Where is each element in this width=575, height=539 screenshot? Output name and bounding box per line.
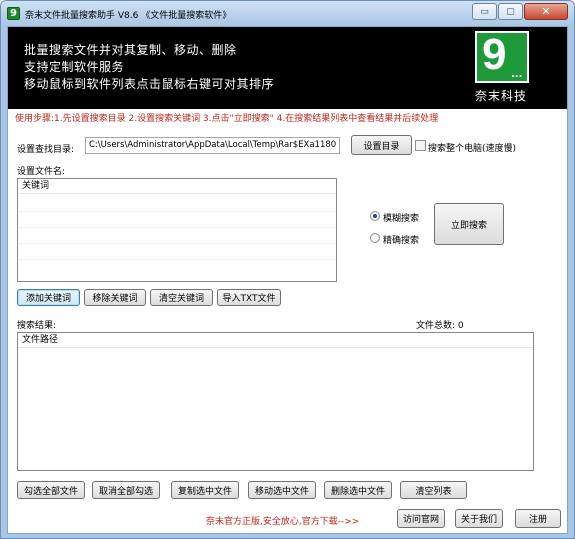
title-bar[interactable]: 9 奈末文件批量搜索助手 V8.6 《文件批量搜索软件》 ▭ ▢ ✕ xyxy=(1,1,574,26)
list-row-divider xyxy=(18,211,336,212)
add-keyword-button[interactable]: 添加关键词 xyxy=(17,289,80,306)
window-title: 奈末文件批量搜索助手 V8.6 《文件批量搜索软件》 xyxy=(25,11,232,21)
visit-site-button[interactable]: 访问官网 xyxy=(397,509,445,528)
keywords-list[interactable]: 关键词 xyxy=(17,178,337,282)
logo-digit: 9 xyxy=(482,30,507,79)
app-window: 9 奈末文件批量搜索助手 V8.6 《文件批量搜索软件》 ▭ ▢ ✕ 批量搜索文… xyxy=(0,0,575,539)
fuzzy-search-radio[interactable] xyxy=(370,211,380,221)
file-path-column-header[interactable]: 文件路径 xyxy=(18,333,533,348)
results-list[interactable]: 文件路径 xyxy=(17,332,534,471)
remove-keyword-button[interactable]: 移除关键词 xyxy=(84,289,146,306)
banner-line-3: 移动鼠标到软件列表点击鼠标右键可对其排序 xyxy=(24,77,275,91)
set-dir-button[interactable]: 设置目录 xyxy=(351,135,412,155)
company-name: 奈末科技 xyxy=(475,89,528,103)
maximize-button[interactable]: ▢ xyxy=(498,3,523,20)
banner-line-1: 批量搜索文件并对其复制、移动、删除 xyxy=(24,43,237,57)
main-panel: 批量搜索文件并对其复制、移动、删除 支持定制软件服务 移动鼠标到软件列表点击鼠标… xyxy=(7,26,568,534)
list-row-divider xyxy=(18,259,336,260)
deselect-all-button[interactable]: 取消全部勾选 xyxy=(92,481,160,499)
window-controls: ▭ ▢ ✕ xyxy=(471,3,568,20)
banner: 批量搜索文件并对其复制、移动、删除 支持定制软件服务 移动鼠标到软件列表点击鼠标… xyxy=(8,27,567,109)
clear-results-button[interactable]: 清空列表 xyxy=(400,481,467,499)
about-us-button[interactable]: 关于我们 xyxy=(455,509,503,528)
delete-selected-button[interactable]: 删除选中文件 xyxy=(324,481,392,499)
clear-keywords-button[interactable]: 清空关键词 xyxy=(150,289,213,306)
company-logo: 9 ... xyxy=(475,30,529,83)
exact-search-label: 精确搜索 xyxy=(383,236,420,246)
official-download-note: 奈末官方正版,安全放心,官方下载-->> xyxy=(206,517,360,527)
exact-search-radio[interactable] xyxy=(370,233,380,243)
list-row-divider xyxy=(18,227,336,228)
import-txt-button[interactable]: 导入TXT文件 xyxy=(217,289,281,306)
file-count: 文件总数: 0 xyxy=(416,321,464,331)
whole-pc-checkbox[interactable] xyxy=(415,140,426,151)
keyword-column-header[interactable]: 关键词 xyxy=(18,179,336,194)
banner-line-2: 支持定制软件服务 xyxy=(24,60,125,74)
register-button[interactable]: 注册 xyxy=(515,509,561,528)
keywords-label: 设置文件名: xyxy=(17,167,66,177)
whole-pc-label: 搜索整个电脑(速度慢) xyxy=(428,144,517,154)
search-now-button[interactable]: 立即搜索 xyxy=(434,203,504,245)
search-dir-input[interactable]: C:\Users\Administrator\AppData\Local\Tem… xyxy=(85,137,340,154)
results-label: 搜索结果: xyxy=(17,321,57,331)
select-all-button[interactable]: 勾选全部文件 xyxy=(17,481,85,499)
app-logo-icon: 9 xyxy=(7,7,20,20)
search-dir-label: 设置查找目录: xyxy=(17,145,75,155)
copy-selected-button[interactable]: 复制选中文件 xyxy=(171,481,239,499)
minimize-button[interactable]: ▭ xyxy=(472,3,497,20)
close-button[interactable]: ✕ xyxy=(524,3,568,20)
fuzzy-search-label: 模糊搜索 xyxy=(383,214,420,224)
move-selected-button[interactable]: 移动选中文件 xyxy=(248,481,316,499)
logo-dots: ... xyxy=(511,69,523,80)
list-row-divider xyxy=(18,243,336,244)
usage-steps: 使用步骤:1.先设置搜索目录 2.设置搜索关键词 3.点击"立即搜索" 4.在搜… xyxy=(15,114,439,124)
